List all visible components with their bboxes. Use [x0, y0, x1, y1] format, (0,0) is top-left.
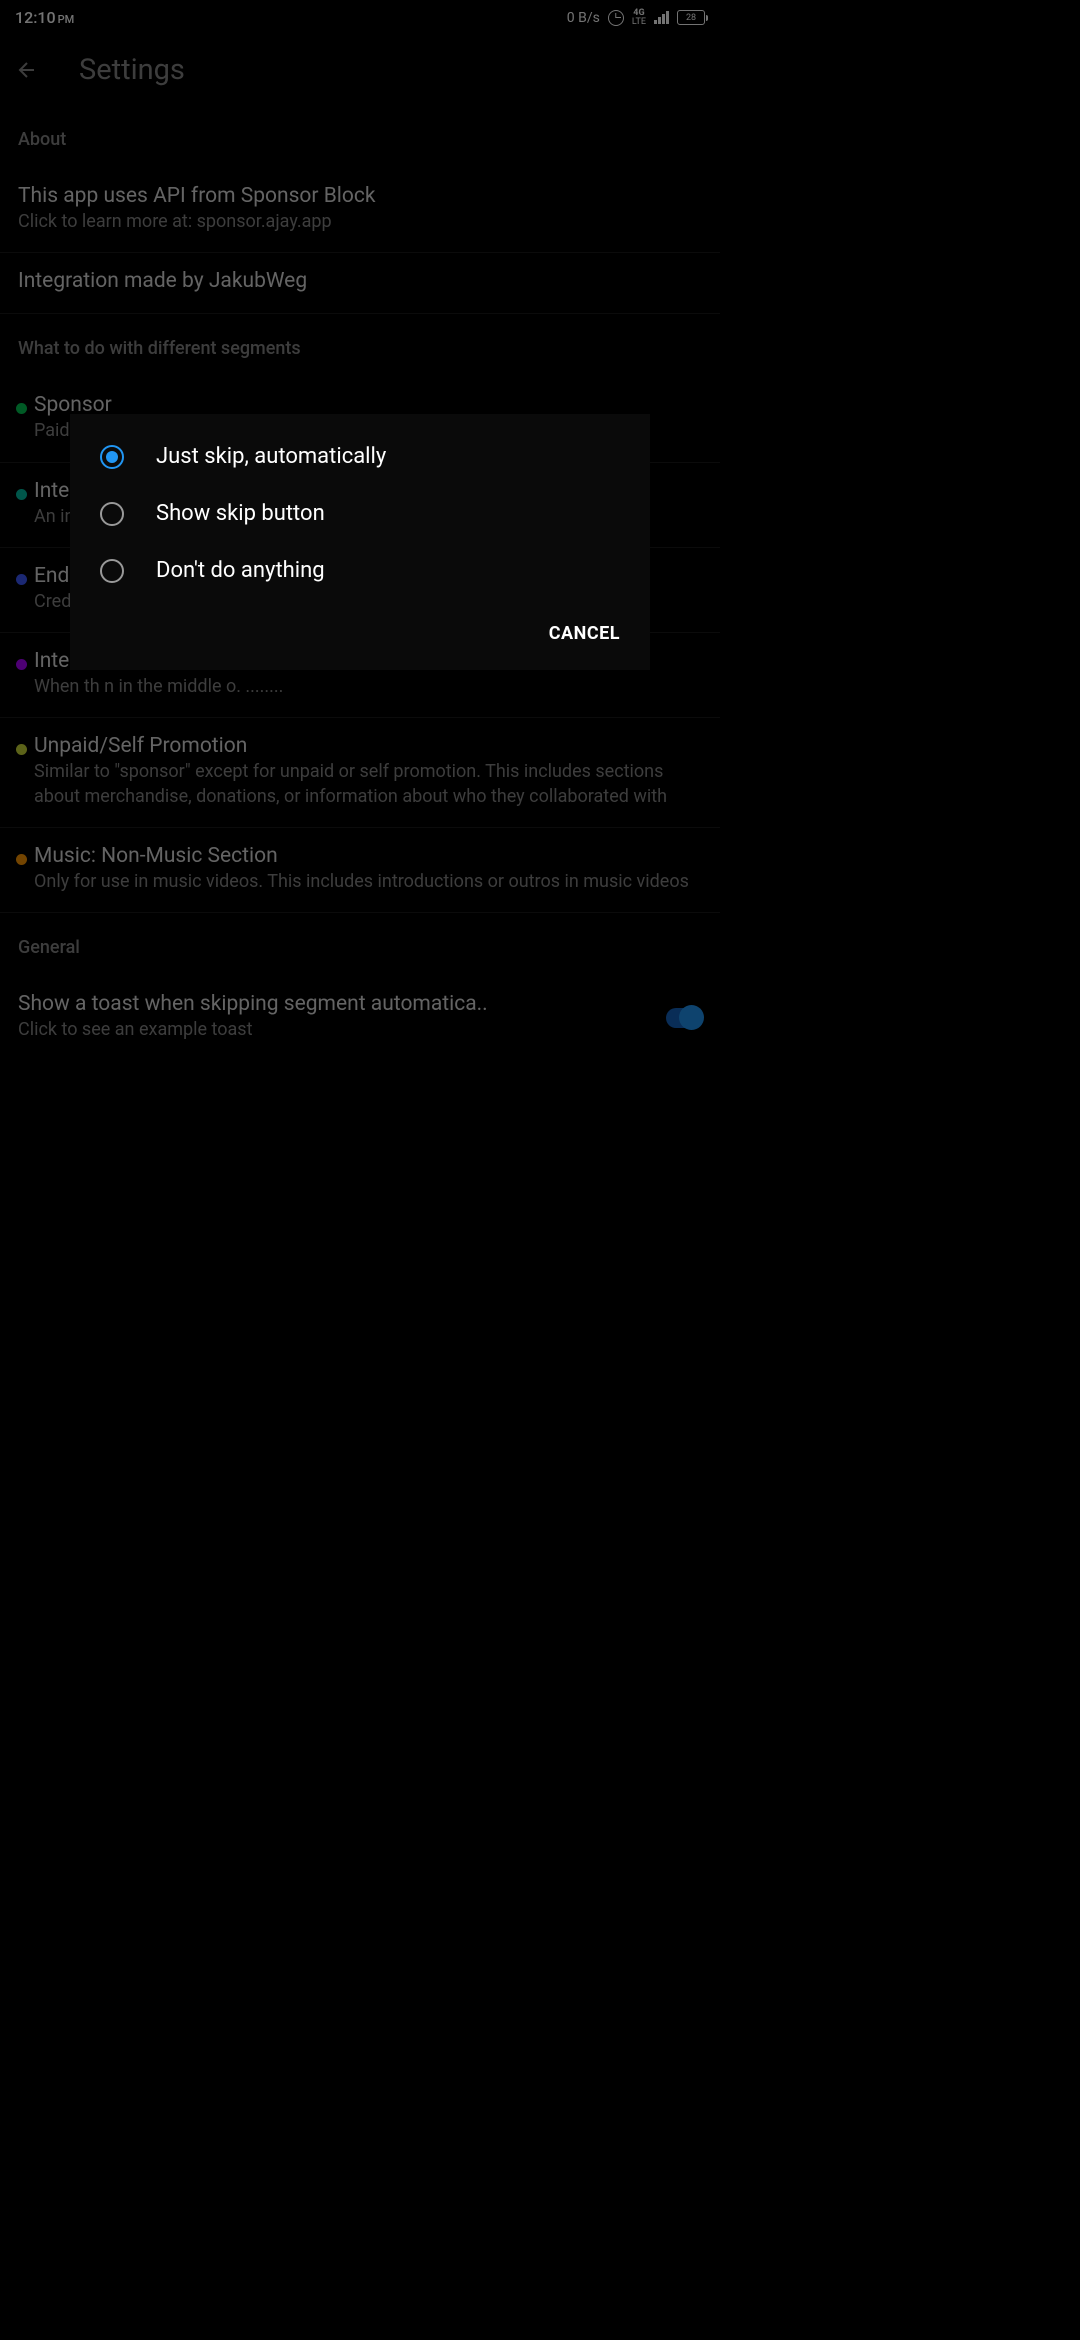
radio-icon [100, 559, 124, 583]
radio-icon [100, 502, 124, 526]
radio-option-show-button[interactable]: Show skip button [70, 485, 650, 542]
radio-option-skip[interactable]: Just skip, automatically [70, 428, 650, 485]
segment-action-dialog: Just skip, automatically Show skip butto… [70, 414, 650, 670]
cancel-button[interactable]: CANCEL [549, 623, 620, 644]
radio-icon [100, 445, 124, 469]
dialog-actions: CANCEL [70, 599, 650, 662]
modal-overlay[interactable] [0, 0, 720, 1560]
radio-option-nothing[interactable]: Don't do anything [70, 542, 650, 599]
